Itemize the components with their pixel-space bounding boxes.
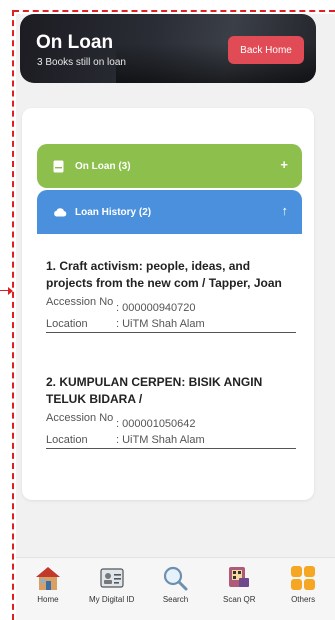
location-label: Location [46, 434, 88, 446]
accession-value: : 000000940720 [116, 302, 196, 314]
id-card-icon [100, 568, 124, 588]
grid-icon [291, 566, 316, 590]
collapse-arrow-icon[interactable]: ↑ [282, 203, 289, 218]
bottom-nav: Home My Digital ID Search Scan QR Others [16, 557, 335, 620]
nav-label-home: Home [37, 595, 59, 604]
nav-label-others: Others [291, 595, 316, 604]
scan-qr-icon [229, 567, 250, 587]
page-subtitle: 3 Books still on loan [37, 57, 126, 68]
header-banner: On Loan 3 Books still on loan Back Home [20, 14, 316, 83]
location-row: Location : UiTM Shah Alam [46, 434, 296, 449]
annotation-dashed-border-top [13, 10, 335, 12]
accession-row: Accession No : 000001050642 [46, 412, 296, 430]
search-icon [164, 566, 188, 591]
location-value: : UiTM Shah Alam [116, 318, 205, 330]
nav-label-search: Search [162, 595, 189, 604]
accession-row: Accession No : 000000940720 [46, 296, 296, 314]
book-title: 1. Craft activism: people, ideas, and pr… [46, 259, 282, 290]
annotation-arrow-head [8, 287, 13, 295]
loan-history-label: Loan History (2) [75, 206, 152, 218]
page-title: On Loan [36, 32, 114, 53]
location-value: : UiTM Shah Alam [116, 434, 205, 446]
nav-item-search[interactable]: Search [144, 558, 208, 620]
accession-label: Accession No [46, 412, 114, 424]
nav-label-digital-id: My Digital ID [89, 595, 135, 604]
home-icon [35, 567, 60, 590]
back-home-button[interactable]: Back Home [228, 36, 304, 64]
book-title: 2. KUMPULAN CERPEN: BISIK ANGIN TELUK BI… [46, 375, 263, 406]
loan-card: On Loan (3) + Loan History (2) ↑ 1. Craf… [22, 108, 314, 500]
annotation-dashed-border-left [12, 10, 14, 620]
location-label: Location [46, 318, 88, 330]
nav-item-scan-qr[interactable]: Scan QR [207, 558, 271, 620]
list-item[interactable]: 2. KUMPULAN CERPEN: BISIK ANGIN TELUK BI… [46, 374, 296, 449]
nav-label-scan-qr: Scan QR [223, 595, 256, 604]
on-loan-accordion-header[interactable]: On Loan (3) + [37, 144, 302, 188]
expand-plus-icon[interactable]: + [280, 157, 288, 172]
accession-value: : 000001050642 [116, 418, 196, 430]
cloud-icon [53, 207, 69, 217]
location-row: Location : UiTM Shah Alam [46, 318, 296, 333]
nav-item-digital-id[interactable]: My Digital ID [80, 558, 144, 620]
book-icon [53, 160, 69, 173]
loan-history-accordion-header[interactable]: Loan History (2) ↑ [37, 190, 302, 234]
list-item[interactable]: 1. Craft activism: people, ideas, and pr… [46, 258, 296, 333]
nav-item-home[interactable]: Home [16, 558, 80, 620]
on-loan-label: On Loan (3) [75, 160, 131, 172]
accession-label: Accession No [46, 296, 114, 308]
nav-item-others[interactable]: Others [271, 558, 335, 620]
